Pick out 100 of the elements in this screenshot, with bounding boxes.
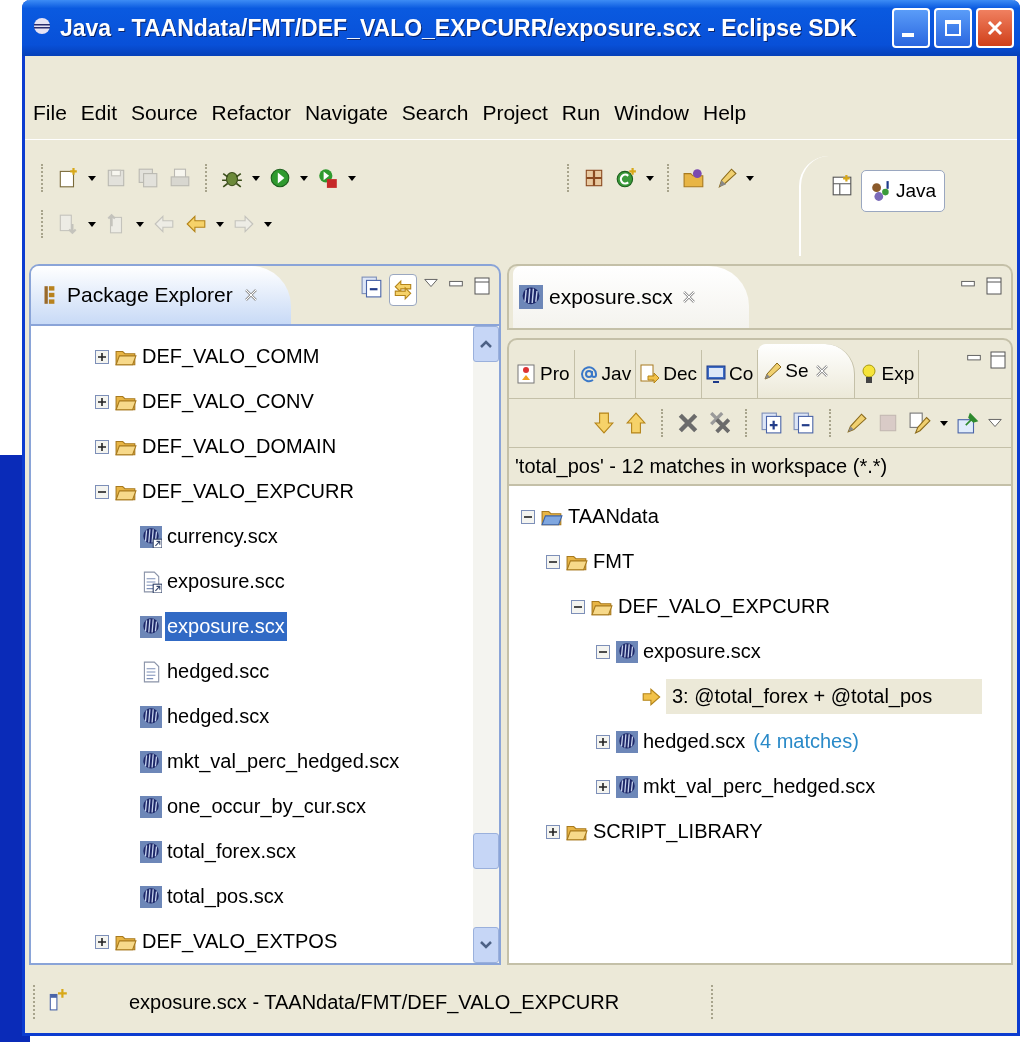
- open-perspective-icon[interactable]: [831, 175, 853, 197]
- menu-item[interactable]: File: [33, 100, 67, 125]
- remove-all-matches-icon[interactable]: [709, 412, 731, 434]
- tree-item[interactable]: DEF_VALO_COMM: [140, 342, 322, 371]
- tree-item[interactable]: SCRIPT_LIBRARY: [591, 817, 765, 846]
- problems-icon: [517, 363, 537, 385]
- collapse-toggle[interactable]: [521, 509, 535, 524]
- expand-toggle[interactable]: [95, 394, 109, 409]
- tree-item[interactable]: DEF_VALO_EXPCURR: [616, 592, 832, 621]
- expand-toggle[interactable]: [95, 349, 109, 364]
- tab-label: Se: [785, 360, 809, 382]
- caret-icon[interactable]: [264, 221, 272, 227]
- new-class-icon[interactable]: [615, 167, 637, 189]
- view-tab[interactable]: Pro: [513, 350, 575, 398]
- maximize-icon[interactable]: [985, 276, 1003, 296]
- tree-item[interactable]: TAANdata: [566, 502, 661, 531]
- collapse-toggle[interactable]: [596, 644, 610, 659]
- tree-item[interactable]: hedged.scx: [641, 727, 748, 756]
- external-tool-icon[interactable]: [317, 167, 339, 189]
- view-menu-icon[interactable]: [987, 416, 1003, 430]
- collapse-all-icon[interactable]: [793, 412, 815, 434]
- tree-item[interactable]: total_forex.scx: [165, 837, 298, 866]
- caret-icon[interactable]: [746, 175, 754, 181]
- collapse-all-icon[interactable]: [361, 276, 383, 298]
- previous-match-icon[interactable]: [625, 412, 647, 434]
- expand-toggle[interactable]: [596, 779, 610, 794]
- tree-item[interactable]: DEF_VALO_EXTPOS: [140, 927, 340, 956]
- tree-item[interactable]: exposure.scx: [165, 612, 287, 641]
- status-text: exposure.scx - TAANdata/FMT/DEF_VALO_EXPCURR: [129, 990, 620, 1014]
- tree-item[interactable]: exposure.scc: [165, 567, 287, 596]
- link-with-editor-button[interactable]: [389, 274, 417, 306]
- caret-icon[interactable]: [136, 221, 144, 227]
- tree-item[interactable]: FMT: [591, 547, 637, 576]
- tree-item[interactable]: total_pos.scx: [165, 882, 286, 911]
- tree-item[interactable]: DEF_VALO_CONV: [140, 387, 316, 416]
- remove-match-icon[interactable]: [677, 412, 699, 434]
- tree-item[interactable]: one_occur_by_cur.scx: [165, 792, 368, 821]
- menu-item[interactable]: Search: [401, 100, 469, 125]
- new-file-icon[interactable]: [57, 167, 79, 189]
- down-chevron-icon: [479, 940, 493, 950]
- caret-icon[interactable]: [348, 175, 356, 181]
- expand-toggle[interactable]: [546, 824, 560, 839]
- tree-item[interactable]: exposure.scx: [641, 637, 763, 666]
- caret-icon[interactable]: [216, 221, 224, 227]
- expand-toggle[interactable]: [95, 934, 109, 949]
- minimize-button[interactable]: [892, 8, 930, 48]
- tree-item[interactable]: DEF_VALO_EXPCURR: [140, 477, 356, 506]
- status-icon: [47, 988, 69, 1012]
- tree-item[interactable]: hedged.scx: [165, 702, 272, 731]
- view-tab[interactable]: Dec: [636, 350, 702, 398]
- menu-item[interactable]: Run: [561, 100, 601, 125]
- view-tab[interactable]: Exp: [854, 350, 920, 398]
- caret-icon[interactable]: [252, 175, 260, 181]
- menu-item[interactable]: Project: [482, 100, 548, 125]
- scroll-up-button[interactable]: [473, 326, 499, 362]
- pin-view-icon[interactable]: [957, 412, 979, 434]
- expand-all-icon[interactable]: [761, 412, 783, 434]
- next-match-icon[interactable]: [593, 412, 615, 434]
- collapse-toggle[interactable]: [546, 554, 560, 569]
- caret-icon[interactable]: [940, 420, 948, 426]
- caret-icon[interactable]: [300, 175, 308, 181]
- collapse-toggle[interactable]: [571, 599, 585, 614]
- menu-item[interactable]: Navigate: [304, 100, 388, 125]
- editor-tab[interactable]: exposure.scx: [513, 266, 749, 328]
- maximize-icon[interactable]: [473, 276, 491, 296]
- menu-item[interactable]: Window: [614, 100, 689, 125]
- perspective-button[interactable]: Java: [861, 170, 946, 212]
- tab-label: Jav: [601, 363, 632, 385]
- menu-item[interactable]: Edit: [80, 100, 118, 125]
- back-arrow-icon[interactable]: [185, 213, 207, 235]
- menu-item[interactable]: Source: [131, 100, 198, 125]
- scroll-thumb[interactable]: [473, 833, 499, 869]
- view-tab[interactable]: Package Explorer: [31, 266, 291, 324]
- close-button[interactable]: [976, 8, 1014, 48]
- expand-toggle[interactable]: [95, 439, 109, 454]
- caret-icon[interactable]: [88, 175, 96, 181]
- caret-icon[interactable]: [88, 221, 96, 227]
- maximize-button[interactable]: [934, 8, 972, 48]
- window-title: Java - TAANdata/FMT/DEF_VALO_EXPCURR/exposure.scx - Eclipse SDK: [60, 14, 858, 42]
- tree-item[interactable]: DEF_VALO_DOMAIN: [140, 432, 339, 461]
- run-icon[interactable]: [269, 167, 291, 189]
- menu-item[interactable]: Help: [703, 100, 747, 125]
- tree-item[interactable]: mkt_val_perc_hedged.scx: [165, 747, 402, 776]
- declaration-icon: [640, 363, 661, 385]
- expand-toggle[interactable]: [596, 734, 610, 749]
- tree-item[interactable]: currency.scx: [165, 522, 280, 551]
- tree-item[interactable]: hedged.scc: [165, 657, 272, 686]
- new-package-icon[interactable]: [583, 167, 605, 189]
- search-match[interactable]: 3: @total_forex + @total_pos: [666, 679, 983, 714]
- collapse-toggle[interactable]: [95, 484, 109, 499]
- maximize-icon[interactable]: [989, 350, 1007, 370]
- view-tab[interactable]: Jav: [574, 350, 637, 398]
- scrollbar[interactable]: [473, 326, 499, 963]
- scroll-down-button[interactable]: [473, 927, 499, 963]
- script-file-icon: [140, 840, 162, 863]
- menu-item[interactable]: Refactor: [211, 100, 291, 125]
- view-tab[interactable]: Se: [758, 344, 855, 398]
- view-menu-icon[interactable]: [423, 276, 439, 290]
- tree-item[interactable]: mkt_val_perc_hedged.scx: [641, 772, 878, 801]
- caret-icon[interactable]: [646, 175, 654, 181]
